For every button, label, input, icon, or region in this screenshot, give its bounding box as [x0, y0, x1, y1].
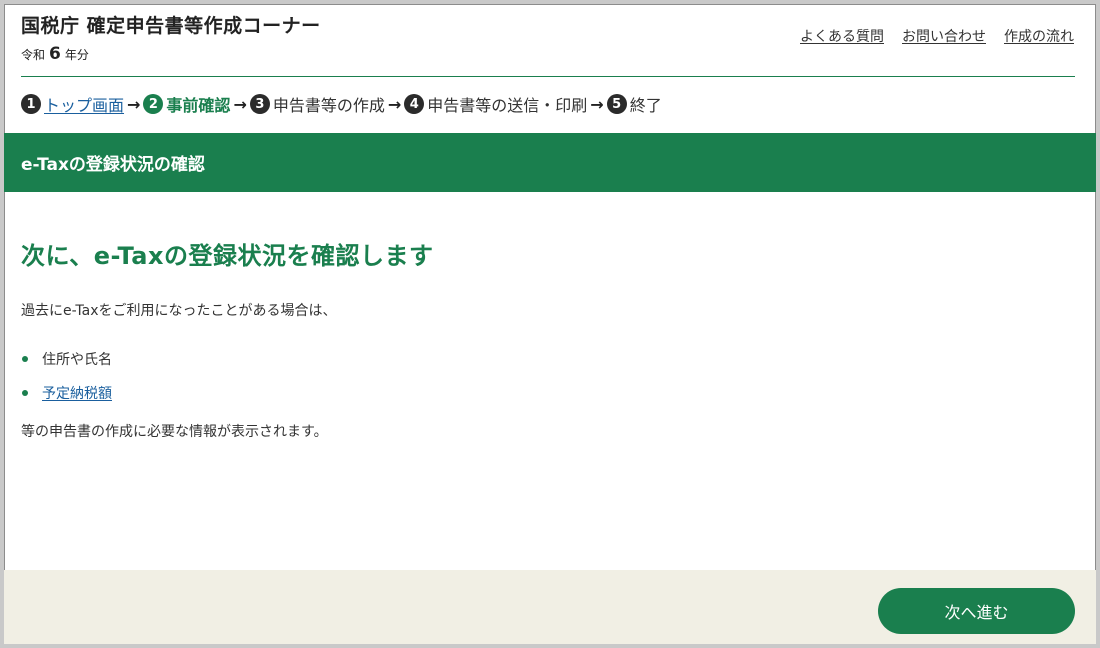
bullet-icon	[22, 390, 28, 396]
step-5: 5 終了	[606, 92, 662, 116]
address-name-item: 住所や氏名	[42, 352, 112, 368]
bullet-icon	[22, 356, 28, 362]
step-number: 2	[143, 94, 164, 114]
step-1[interactable]: 1 トップ画面	[21, 92, 124, 116]
step-4: 4 申告書等の送信・印刷	[404, 92, 587, 116]
site-title: 国税庁 確定申告書等作成コーナー	[21, 15, 321, 37]
step-number: 4	[404, 94, 425, 114]
outro-text: 等の申告書の作成に必要な情報が表示されます。	[21, 424, 328, 440]
step-label: 申告書等の作成	[272, 96, 385, 115]
era-label: 令和	[21, 48, 46, 62]
step-indicator: 1 トップ画面 → 2 事前確認 → 3 申告書等の作成 → 4 申告書等の送信…	[21, 92, 662, 116]
arrow-icon: →	[127, 94, 141, 114]
arrow-icon: →	[590, 94, 604, 114]
prepaid-tax-link[interactable]: 予定納税額	[42, 383, 112, 403]
step-number: 1	[21, 94, 41, 114]
list-item: 予定納税額	[21, 376, 112, 410]
header-divider	[21, 76, 1075, 77]
step-label: 申告書等の送信・印刷	[427, 96, 588, 115]
list-item: 住所や氏名	[21, 342, 112, 376]
step-number: 3	[249, 94, 270, 114]
tax-year: 令和 6 年分	[21, 44, 89, 64]
section-banner: e-Taxの登録状況の確認	[4, 133, 1096, 192]
year-suffix: 年分	[64, 48, 89, 62]
intro-text: 過去にe-Taxをご利用になったことがある場合は、	[21, 303, 337, 319]
page-frame: 国税庁 確定申告書等作成コーナー 令和 6 年分 よくある質問 お問い合わせ 作成の…	[0, 0, 1100, 648]
page-heading: 次に、e-Taxの登録状況を確認します	[21, 242, 434, 270]
step-label: 終了	[629, 96, 662, 115]
arrow-icon: →	[387, 94, 402, 114]
faq-link[interactable]: よくある質問	[800, 26, 884, 46]
header-links: よくある質問 お問い合わせ 作成の流れ	[800, 26, 1074, 46]
step-2: 2 事前確認	[143, 92, 230, 116]
contact-link[interactable]: お問い合わせ	[902, 26, 986, 46]
flow-link[interactable]: 作成の流れ	[1004, 26, 1074, 46]
step-3: 3 申告書等の作成	[249, 92, 385, 116]
footer-bar: 次へ進む	[4, 570, 1096, 644]
year-number: 6	[49, 44, 61, 64]
info-list: 住所や氏名 予定納税額	[21, 342, 112, 410]
step-number: 5	[606, 94, 627, 114]
arrow-icon: →	[233, 94, 247, 114]
section-title: e-Taxの登録状況の確認	[21, 155, 205, 175]
step-label: 事前確認	[166, 96, 231, 115]
next-button[interactable]: 次へ進む	[878, 588, 1075, 634]
step-top-link[interactable]: トップ画面	[44, 92, 124, 116]
